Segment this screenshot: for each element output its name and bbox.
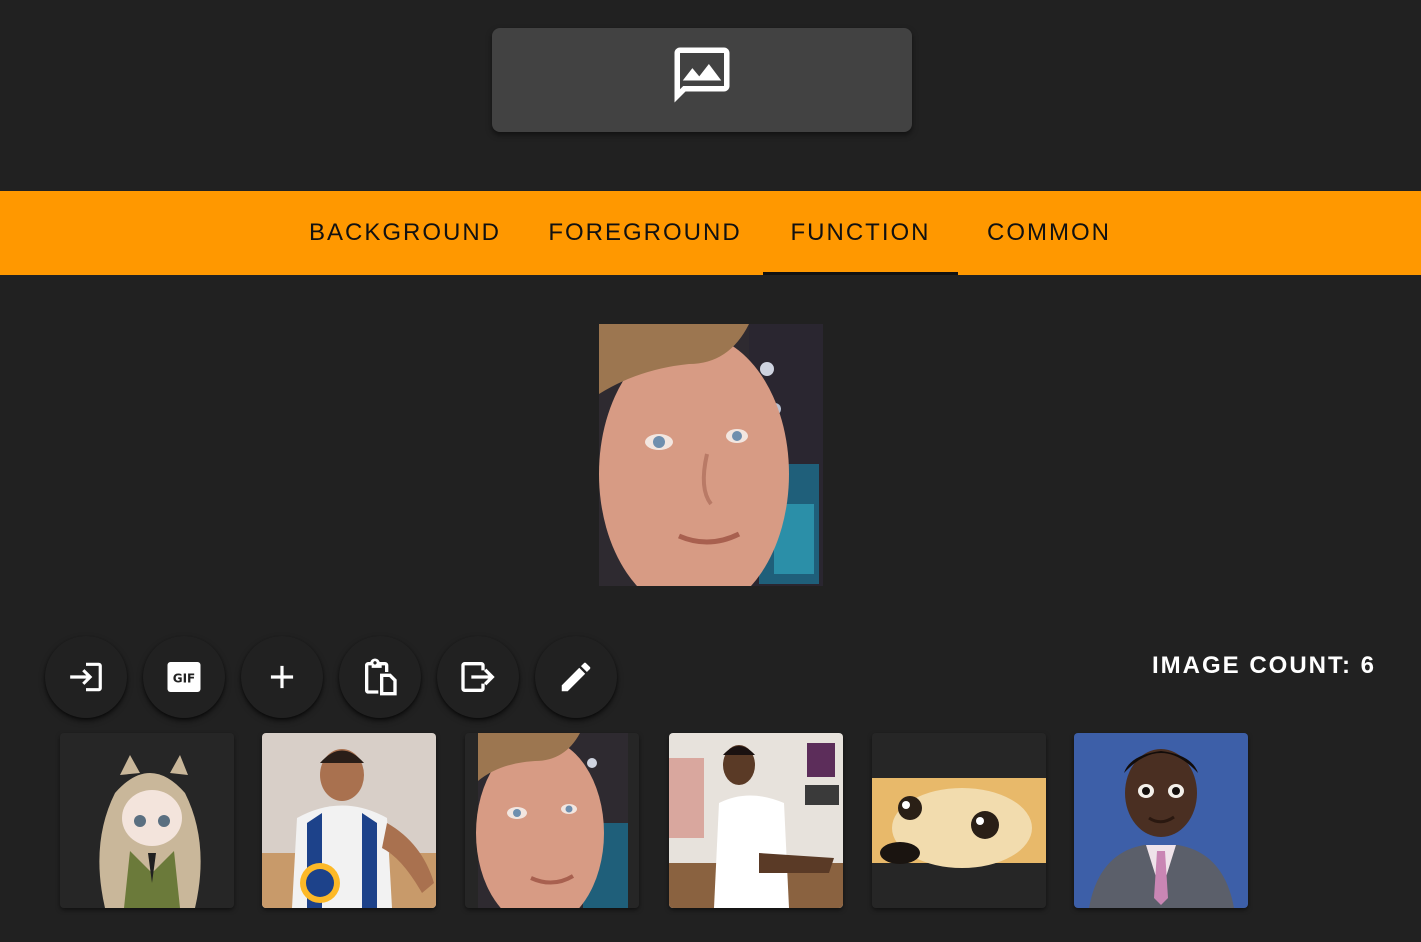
- preview-image: [599, 324, 823, 586]
- thumbnail-anime-girl[interactable]: [60, 733, 234, 908]
- add-button[interactable]: [241, 636, 323, 718]
- tab-foreground[interactable]: FOREGROUND: [535, 191, 755, 275]
- tab-common[interactable]: COMMON: [968, 191, 1130, 275]
- tab-bar: BACKGROUND FOREGROUND FUNCTION COMMON: [0, 191, 1421, 275]
- edit-button[interactable]: [535, 636, 617, 718]
- paste-button[interactable]: [339, 636, 421, 718]
- image-message-icon: [674, 47, 730, 103]
- image-count: IMAGE COUNT: 6: [1151, 652, 1376, 679]
- gif-button[interactable]: GIF: [143, 636, 225, 718]
- thumbnail-confused-man[interactable]: [669, 733, 843, 908]
- thumbnail-surprised-man[interactable]: [1074, 733, 1248, 908]
- thumbnail-basketball-player[interactable]: [262, 733, 436, 908]
- tab-background-label: BACKGROUND: [308, 219, 502, 246]
- gif-icon: GIF: [167, 662, 201, 692]
- edit-icon: [561, 662, 591, 692]
- tab-foreground-label: FOREGROUND: [548, 219, 742, 246]
- image-message-button[interactable]: [492, 28, 912, 132]
- paste-icon: [365, 658, 397, 696]
- tab-function-label: FUNCTION: [790, 219, 931, 246]
- tab-common-label: COMMON: [987, 219, 1111, 246]
- export-icon: [461, 662, 495, 692]
- thumbnail-doge[interactable]: [872, 733, 1046, 908]
- svg-text:GIF: GIF: [173, 671, 196, 685]
- tab-background[interactable]: BACKGROUND: [295, 191, 515, 275]
- import-button[interactable]: [45, 636, 127, 718]
- add-icon: [270, 665, 294, 689]
- import-icon: [70, 662, 102, 692]
- thumbnail-blinking-man[interactable]: [465, 733, 639, 908]
- tab-function[interactable]: FUNCTION: [763, 191, 958, 275]
- export-button[interactable]: [437, 636, 519, 718]
